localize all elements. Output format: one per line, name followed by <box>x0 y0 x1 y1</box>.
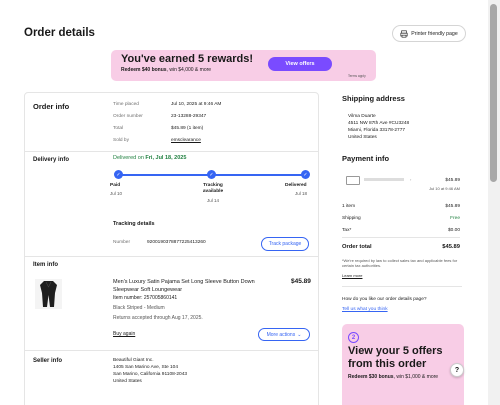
step-delivered-label: Delivered <box>285 183 307 188</box>
address-line: Vilma Duarte <box>348 114 376 119</box>
payment-row: 1 item $45.89 <box>342 204 460 209</box>
payment-row: Shipping Free <box>342 216 460 221</box>
order-total-row: Order total $45.89 <box>342 244 460 250</box>
printer-friendly-button[interactable]: Printer friendly page <box>392 25 466 42</box>
step-tracking-check-icon: ✓ <box>207 170 216 179</box>
item-returns: Returns accepted through Aug 17, 2025. <box>113 315 203 321</box>
step-paid-date: Jul 10 <box>110 191 123 196</box>
item-title-link[interactable]: Men's Luxury Satin Pajama Set Long Sleev… <box>113 278 263 294</box>
masked-card-number <box>364 178 404 181</box>
step-tracking-date: Jul 14 <box>206 198 219 203</box>
seller-line: United States <box>113 379 142 384</box>
step-paid-label: Paid <box>110 183 121 188</box>
tracking-number-value: 9200190378877225413260 <box>147 240 206 245</box>
tax-note: *We're required by law to collect sales … <box>342 258 458 268</box>
offers-subtitle: Redeem $30 bonus, win $1,000 & more <box>348 374 439 380</box>
rewards-banner: You've earned 5 rewards! Redeem $40 bonu… <box>111 50 376 81</box>
printer-friendly-label: Printer friendly page <box>411 30 458 37</box>
order-details-card: Order info Time placed Jul 10, 2025 at 9… <box>24 92 319 405</box>
track-package-button[interactable]: Track package <box>261 237 309 251</box>
feedback-link[interactable]: Tell us what you think <box>342 307 388 312</box>
item-image[interactable] <box>35 279 62 309</box>
payment-row: Tax* $0.00 <box>342 228 460 233</box>
chevron-right-icon: › <box>410 177 412 182</box>
scrollbar-thumb[interactable] <box>490 4 497 182</box>
delivery-status: Delivered on Fri, Jul 18, 2025 <box>113 155 187 161</box>
terms-apply-link[interactable]: Terms apply <box>348 74 366 78</box>
address-line: United States <box>348 135 377 140</box>
more-actions-button[interactable]: More actions ⌄ <box>258 328 310 341</box>
scrollbar[interactable] <box>488 0 500 405</box>
tracking-number-label: Number <box>113 240 131 245</box>
more-actions-label: More actions <box>266 331 296 338</box>
delivery-info-title: Delivery info <box>33 157 70 163</box>
card-icon <box>346 176 360 185</box>
step-paid-check-icon: ✓ <box>114 170 123 179</box>
pajama-image <box>40 281 57 307</box>
tracking-details-title: Tracking details <box>113 221 155 227</box>
seller-line: 1405 San Marino Ave, Ste 104 <box>113 365 178 370</box>
feedback-question: How do you like our order details page? <box>342 297 427 302</box>
item-variant: Black Striped - Medium <box>113 305 165 311</box>
offers-card[interactable]: 2 View your 5 offers from this order Red… <box>342 324 464 405</box>
chevron-down-icon: ⌄ <box>297 331 302 338</box>
card-amount: $45.89 <box>445 178 460 183</box>
order-info-title: Order info <box>33 102 70 111</box>
total-label: Total <box>113 126 124 131</box>
item-price: $45.89 <box>291 278 311 285</box>
printer-icon <box>400 29 408 38</box>
offers-title: View your 5 offers from this order <box>348 345 443 370</box>
step-delivered-date: Jul 18 <box>295 191 308 196</box>
total-value: $45.89 (1 item) <box>171 126 204 131</box>
offers-badge: 2 <box>348 332 359 343</box>
time-placed-value: Jul 10, 2025 at 9:46 AM <box>171 102 222 107</box>
learn-more-link[interactable]: Learn more <box>342 273 462 278</box>
seller-link[interactable]: emsclearance <box>171 138 201 143</box>
rewards-title: You've earned 5 rewards! <box>121 53 254 65</box>
view-offers-button[interactable]: View offers <box>268 57 332 71</box>
step-tracking-label: Tracking available <box>202 183 224 194</box>
card-date: Jul 10 at 9:46 AM <box>429 186 460 191</box>
sold-by-label: Sold by <box>113 138 129 143</box>
seller-line: Beautiful Giant Inc. <box>113 358 154 363</box>
seller-line: San Marino, California 91108-2043 <box>113 372 188 377</box>
item-info-title: Item info <box>33 262 58 268</box>
buy-again-link[interactable]: Buy again <box>113 331 135 337</box>
rewards-subtitle: Redeem $40 bonus, win $4,000 & more <box>121 67 212 73</box>
address-line: Miami, Florida 33178-2777 <box>348 128 406 133</box>
page-title: Order details <box>24 27 95 39</box>
time-placed-label: Time placed <box>113 102 139 107</box>
item-number: Item number: 257005860141 <box>113 295 178 301</box>
shipping-address-title: Shipping address <box>342 94 405 103</box>
step-delivered-check-icon: ✓ <box>301 170 310 179</box>
order-number-label: Order number <box>113 114 143 119</box>
help-button[interactable]: ? <box>450 363 464 377</box>
address-line: 4511 NW 87th Ave #CU3248 <box>348 121 410 126</box>
payment-info-title: Payment info <box>342 154 390 163</box>
seller-info-title: Seller info <box>33 358 63 364</box>
order-number-value: 23-13288-29347 <box>171 114 207 119</box>
